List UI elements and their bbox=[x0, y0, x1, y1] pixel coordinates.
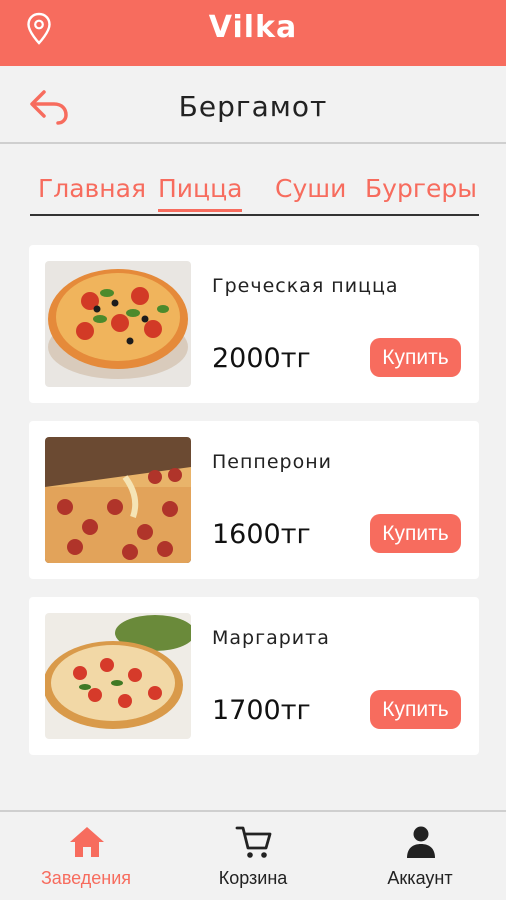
product-card[interactable]: Греческая пицца 2000тг Купить bbox=[29, 245, 479, 403]
category-tabs: Главная Пицца Суши Бургеры bbox=[30, 168, 479, 216]
product-name: Пепперони bbox=[212, 451, 332, 473]
account-icon bbox=[407, 826, 435, 858]
product-image bbox=[45, 261, 191, 387]
buy-button[interactable]: Купить bbox=[370, 338, 461, 377]
bottom-navigation: Заведения Корзина Аккаунт bbox=[0, 810, 506, 900]
buy-button[interactable]: Купить bbox=[370, 514, 461, 553]
product-price: 1700тг bbox=[212, 695, 311, 726]
product-card[interactable]: Маргарита 1700тг Купить bbox=[29, 597, 479, 755]
page-title: Бергамот bbox=[178, 90, 328, 123]
product-card[interactable]: Пепперони 1600тг Купить bbox=[29, 421, 479, 579]
product-image bbox=[45, 613, 191, 739]
buy-button[interactable]: Купить bbox=[370, 690, 461, 729]
tab-main[interactable]: Главная bbox=[38, 174, 146, 203]
product-price: 2000тг bbox=[212, 343, 311, 374]
nav-label: Корзина bbox=[218, 868, 288, 888]
nav-label: Заведения bbox=[40, 868, 132, 888]
nav-item-account[interactable]: Аккаунт bbox=[336, 812, 504, 900]
app-bar: Vilka bbox=[0, 0, 506, 66]
nav-item-cart[interactable]: Корзина bbox=[169, 812, 337, 900]
product-name: Маргарита bbox=[212, 627, 330, 649]
app-logo: Vilka bbox=[208, 10, 298, 45]
cart-icon bbox=[235, 826, 272, 858]
product-image bbox=[45, 437, 191, 563]
page-header: Бергамот bbox=[0, 66, 506, 144]
product-name: Греческая пицца bbox=[212, 275, 399, 297]
nav-label: Аккаунт bbox=[387, 868, 453, 888]
tab-pizza[interactable]: Пицца bbox=[158, 174, 243, 212]
product-price: 1600тг bbox=[212, 519, 311, 550]
tab-sushi[interactable]: Суши bbox=[275, 174, 346, 203]
nav-item-venues[interactable]: Заведения bbox=[2, 812, 170, 900]
home-icon bbox=[70, 827, 104, 857]
tab-burgers[interactable]: Бургеры bbox=[365, 174, 477, 203]
